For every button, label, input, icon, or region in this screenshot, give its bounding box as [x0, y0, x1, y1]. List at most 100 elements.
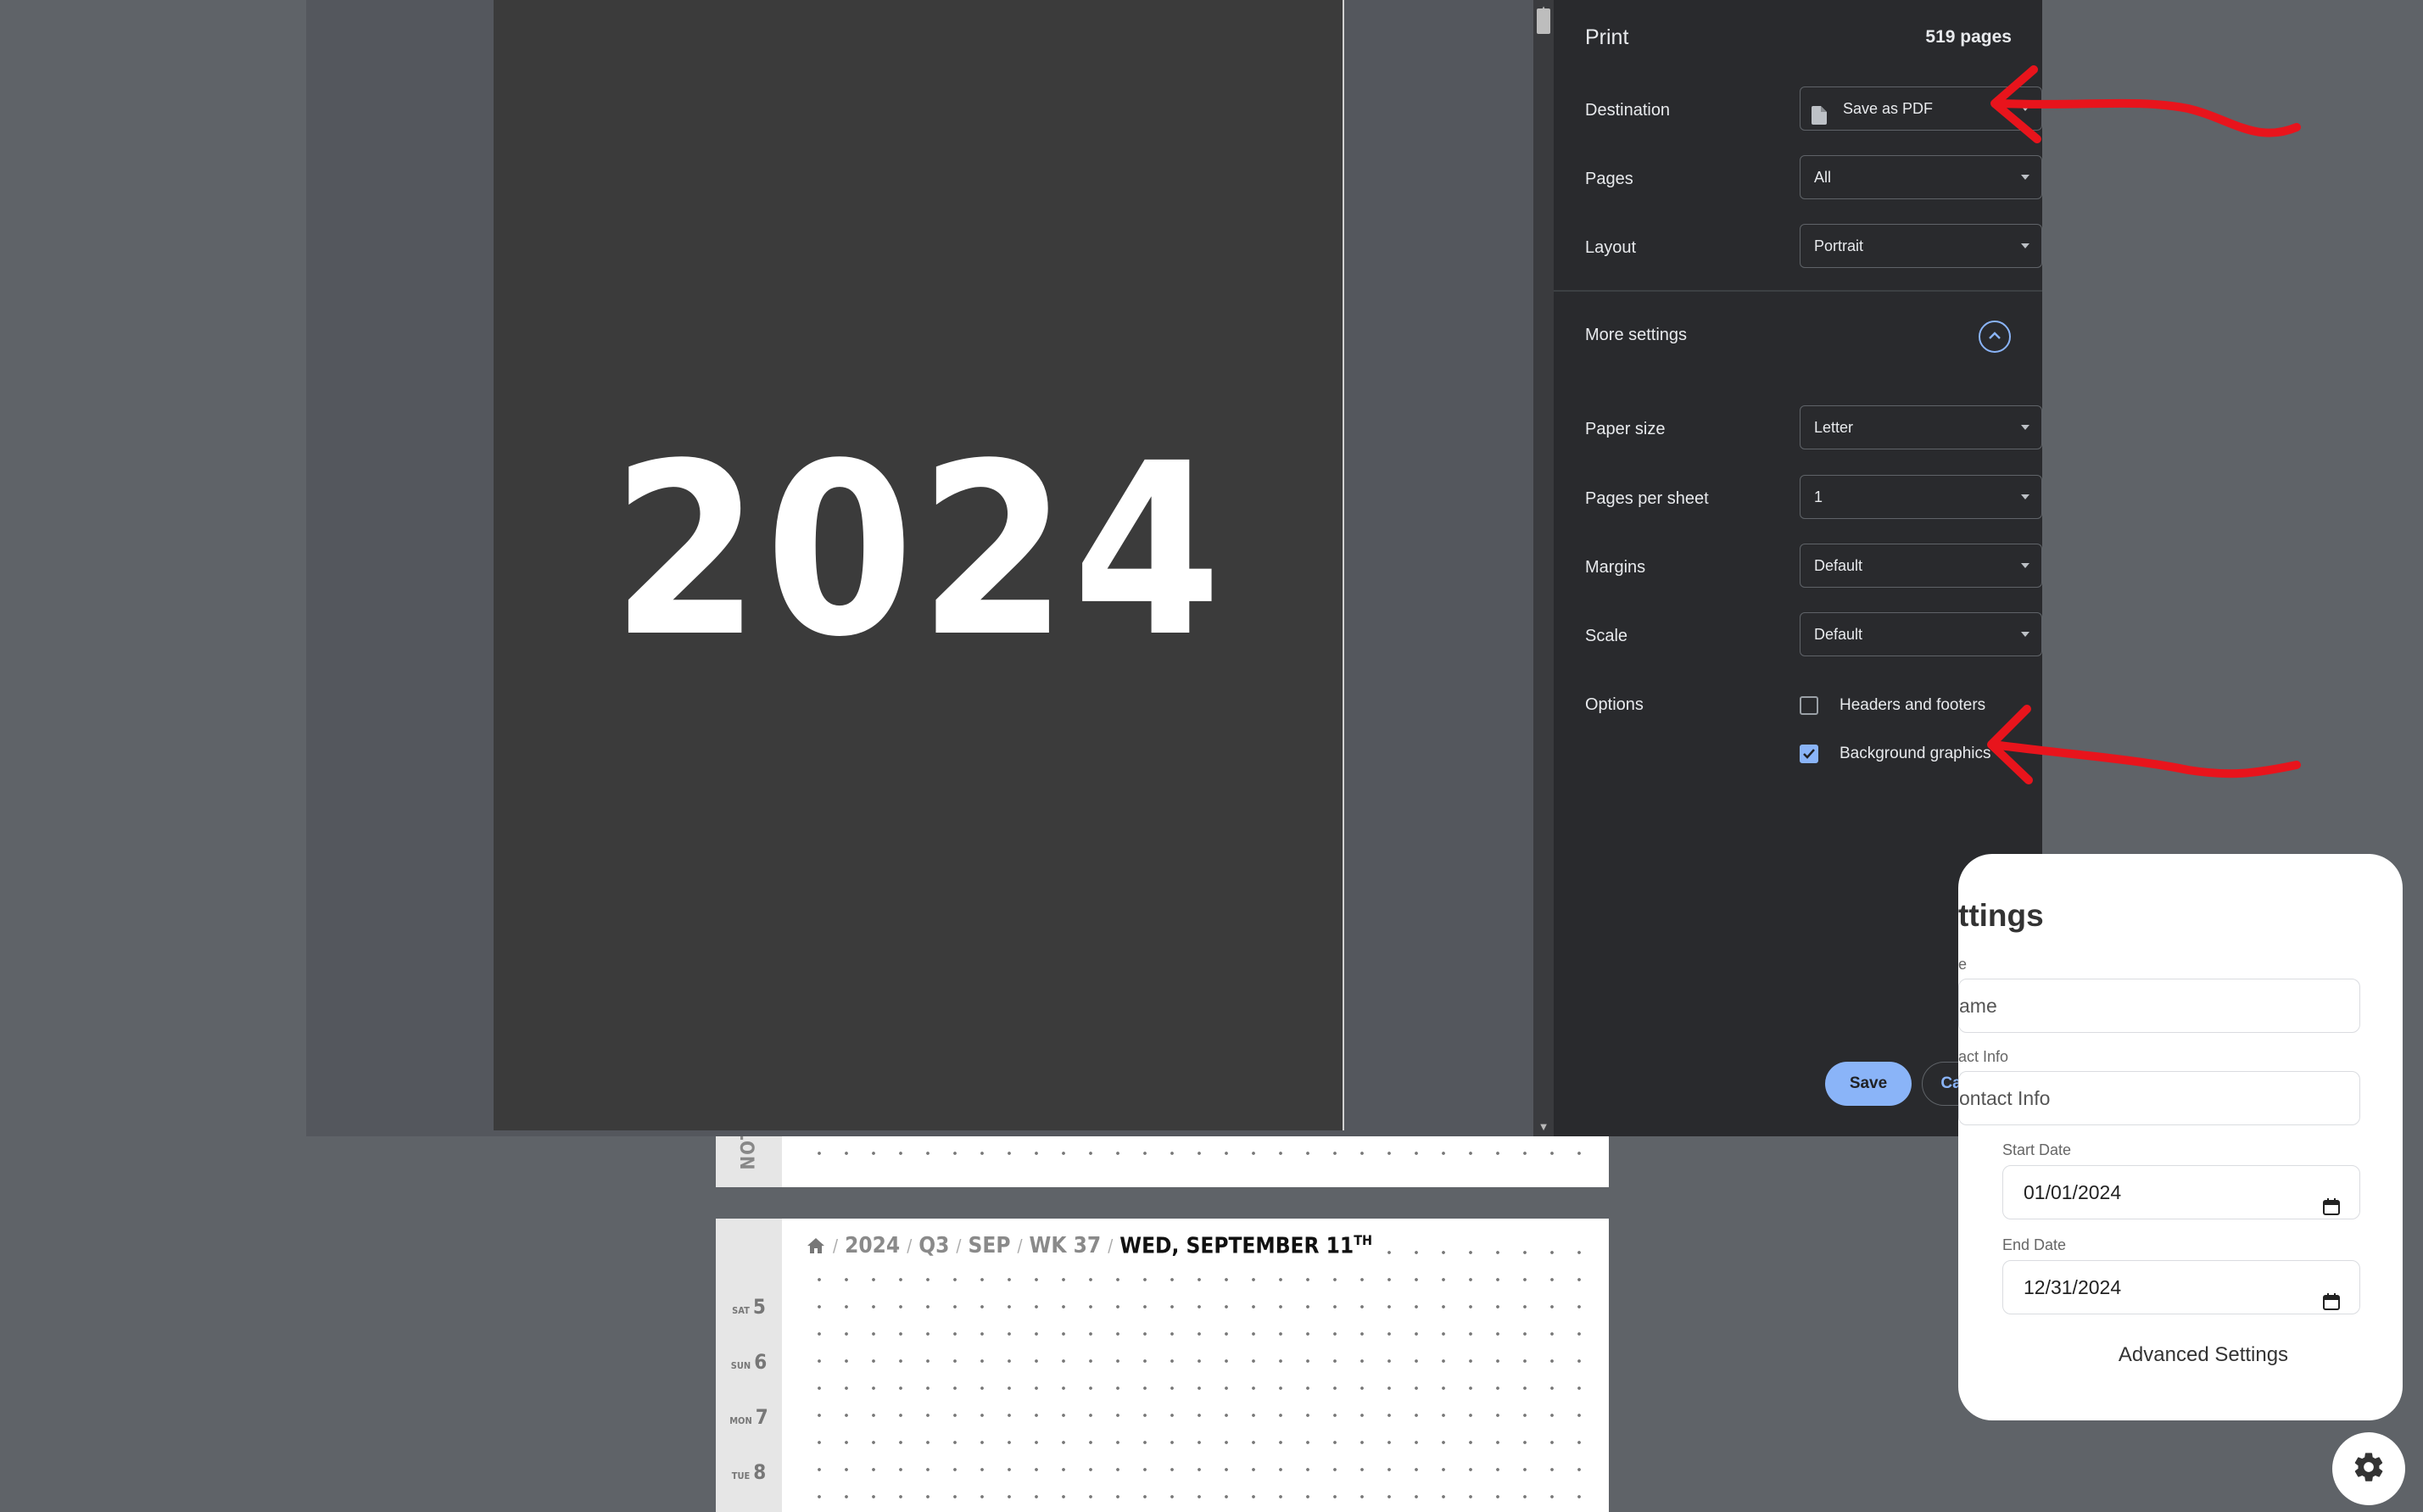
preview-scrollbar[interactable]: ▲ ▼ — [1533, 0, 1554, 1136]
day-row[interactable]: SUN 6 — [716, 1350, 782, 1374]
section-divider — [1554, 290, 2042, 292]
day-row[interactable]: TUE 8 — [716, 1460, 782, 1484]
day-of-week: MON — [729, 1415, 752, 1426]
settings-gear-button[interactable] — [2332, 1432, 2405, 1505]
scale-select[interactable]: Default — [1800, 612, 2042, 656]
breadcrumb-separator: / — [956, 1236, 962, 1256]
breadcrumb-quarter[interactable]: Q3 — [918, 1233, 949, 1258]
breadcrumb: / 2024 / Q3 / SEP / WK 37 / WED, SEPTEMB… — [806, 1230, 1382, 1261]
destination-row: Destination Save as PDF — [1585, 86, 2042, 134]
settings-panel: ttings e ame act Info ontact Info Start … — [1958, 854, 2403, 1420]
gear-icon — [2352, 1450, 2386, 1488]
chevron-down-icon — [2021, 563, 2029, 568]
paper-size-value: Letter — [1814, 419, 1854, 436]
paper-size-label: Paper size — [1585, 420, 1666, 438]
end-date-input[interactable]: 12/31/2024 — [2002, 1260, 2360, 1314]
layout-label: Layout — [1585, 238, 1637, 257]
day-row[interactable]: SAT 5 — [716, 1295, 782, 1319]
chevron-down-icon — [2021, 632, 2029, 637]
end-date-value: 12/31/2024 — [2024, 1276, 2122, 1298]
background-graphics-label[interactable]: Background graphics — [1840, 745, 1991, 763]
scroll-down-arrow-icon[interactable]: ▼ — [1533, 1118, 1554, 1136]
day-of-week: TUE — [731, 1470, 751, 1481]
margins-row: Margins Default — [1585, 544, 2042, 591]
chevron-down-icon — [2021, 494, 2029, 499]
planner-daily-page: / 2024 / Q3 / SEP / WK 37 / WED, SEPTEMB… — [716, 1219, 1609, 1512]
start-date-value: 01/01/2024 — [2024, 1181, 2122, 1203]
end-date-label: End Date — [2002, 1236, 2067, 1253]
more-settings-toggle[interactable] — [1979, 321, 2011, 353]
breadcrumb-year[interactable]: 2024 — [845, 1233, 900, 1258]
breadcrumb-separator: / — [833, 1236, 839, 1256]
calendar-icon[interactable] — [2322, 1183, 2341, 1236]
cover-year: 2024 — [611, 413, 1227, 689]
pages-per-sheet-label: Pages per sheet — [1585, 489, 1709, 508]
current-day-suffix: TH — [1354, 1232, 1373, 1249]
current-day-text: WED, SEPTEMBER 11 — [1119, 1233, 1354, 1259]
options-label: Options — [1585, 695, 1644, 714]
calendar-icon[interactable] — [2322, 1278, 2341, 1331]
pages-per-sheet-value: 1 — [1814, 488, 1823, 505]
margins-value: Default — [1814, 557, 1863, 574]
more-settings-label[interactable]: More settings — [1585, 326, 1687, 345]
margins-label: Margins — [1585, 558, 1646, 577]
pages-per-sheet-row: Pages per sheet 1 — [1585, 475, 2042, 522]
start-date-input[interactable]: 01/01/2024 — [2002, 1165, 2360, 1219]
contact-info-field-label: act Info — [1958, 1048, 2009, 1065]
headers-footers-option[interactable]: Headers and footers — [1800, 689, 1985, 723]
name-input[interactable]: ame — [1958, 979, 2360, 1033]
day-number: 6 — [754, 1350, 768, 1374]
annotation-arrow-destination — [1976, 51, 2307, 178]
name-field-label: e — [1958, 956, 1968, 973]
layout-row: Layout Portrait — [1585, 224, 2042, 271]
breadcrumb-month[interactable]: SEP — [969, 1233, 1011, 1258]
layout-select[interactable]: Portrait — [1800, 224, 2042, 268]
scale-row: Scale Default — [1585, 612, 2042, 660]
day-number: 5 — [752, 1295, 766, 1319]
name-placeholder: ame — [1959, 995, 1997, 1017]
paper-size-row: Paper size Letter — [1585, 405, 2042, 453]
chevron-up-icon — [1988, 329, 2001, 344]
save-button[interactable]: Save — [1825, 1062, 1912, 1106]
headers-footers-label[interactable]: Headers and footers — [1840, 696, 1985, 715]
destination-value: Save as PDF — [1843, 100, 1934, 117]
checkmark-icon — [1803, 749, 1815, 759]
pages-per-sheet-select[interactable]: 1 — [1800, 475, 2042, 519]
day-number: 8 — [753, 1460, 767, 1484]
scale-label: Scale — [1585, 627, 1628, 645]
background-graphics-option[interactable]: Background graphics — [1800, 737, 1991, 771]
settings-title: ttings — [1958, 898, 2044, 933]
dot-grid — [801, 1136, 1592, 1170]
margins-select[interactable]: Default — [1800, 544, 2042, 588]
pages-value: All — [1814, 169, 1832, 186]
home-icon[interactable] — [806, 1236, 826, 1256]
headers-footers-checkbox[interactable] — [1800, 696, 1818, 715]
scale-value: Default — [1814, 626, 1863, 643]
contact-info-input[interactable]: ontact Info — [1958, 1071, 2360, 1125]
chevron-down-icon — [2021, 243, 2029, 248]
breadcrumb-separator: / — [1017, 1236, 1023, 1256]
annotation-arrow-background-graphics — [1976, 689, 2307, 816]
day-row[interactable]: MON 7 — [716, 1405, 782, 1429]
breadcrumb-separator: / — [907, 1236, 913, 1256]
file-icon — [1812, 98, 1827, 141]
breadcrumb-separator: / — [1108, 1236, 1114, 1256]
dot-grid — [801, 1236, 1592, 1512]
start-date-label: Start Date — [2002, 1141, 2072, 1158]
breadcrumb-week[interactable]: WK 37 — [1030, 1233, 1102, 1258]
breadcrumb-current-day: WED, SEPTEMBER 11TH — [1119, 1232, 1372, 1259]
page-count: 519 pages — [1925, 27, 2012, 47]
advanced-settings-link[interactable]: Advanced Settings — [2002, 1343, 2403, 1367]
chevron-down-icon — [2021, 425, 2029, 430]
background-graphics-checkbox[interactable] — [1800, 745, 1818, 763]
paper-size-select[interactable]: Letter — [1800, 405, 2042, 449]
pages-row: Pages All — [1585, 155, 2042, 203]
contact-info-placeholder: ontact Info — [1959, 1087, 2051, 1109]
print-title: Print — [1585, 25, 1629, 49]
pages-label: Pages — [1585, 170, 1633, 188]
day-of-week: SAT — [732, 1305, 750, 1316]
layout-value: Portrait — [1814, 237, 1864, 254]
scroll-thumb[interactable] — [1537, 8, 1550, 34]
destination-label: Destination — [1585, 101, 1671, 120]
day-of-week: SUN — [730, 1360, 751, 1371]
